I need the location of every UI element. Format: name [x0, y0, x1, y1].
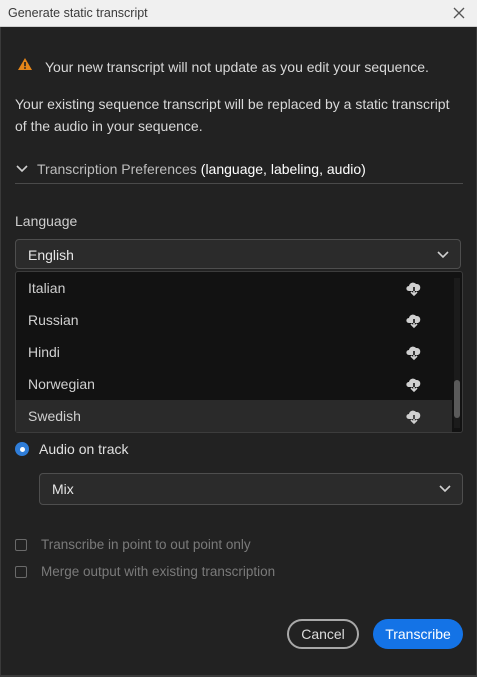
language-option[interactable]: Russian: [16, 304, 452, 336]
merge-checkbox: [15, 565, 27, 578]
language-option[interactable]: Norwegian: [16, 368, 452, 400]
language-option-label: Russian: [28, 312, 79, 328]
audio-track-select[interactable]: Mix: [39, 473, 463, 505]
divider: [15, 183, 463, 184]
audio-track-value: Mix: [52, 481, 74, 497]
preferences-label: Transcription Preferences: [37, 161, 197, 177]
language-option[interactable]: Italian: [16, 272, 452, 304]
language-select[interactable]: English: [15, 239, 461, 269]
chevron-down-icon: [436, 248, 450, 266]
description-text: Your existing sequence transcript will b…: [15, 96, 450, 134]
cloud-download-icon[interactable]: [404, 374, 424, 399]
language-option-label: Hindi: [28, 344, 60, 360]
chevron-down-icon: [438, 482, 452, 500]
transcription-preferences-toggle[interactable]: Transcription Preferences (language, lab…: [15, 161, 366, 177]
cloud-download-icon[interactable]: [404, 310, 424, 335]
in-out-option: Transcribe in point to out point only: [15, 537, 251, 552]
cancel-button[interactable]: Cancel: [287, 619, 359, 649]
language-option-label: Italian: [28, 280, 66, 296]
merge-label: Merge output with existing transcription: [41, 564, 276, 579]
language-option[interactable]: Hindi: [16, 336, 452, 368]
audio-on-track-radio[interactable]: [15, 442, 29, 456]
language-option-label: Norwegian: [28, 376, 95, 392]
preferences-detail: (language, labeling, audio): [200, 161, 366, 177]
transcribe-button[interactable]: Transcribe: [373, 619, 463, 649]
close-icon[interactable]: [449, 3, 469, 23]
language-option-label: Swedish: [28, 408, 81, 424]
in-out-label: Transcribe in point to out point only: [41, 537, 251, 552]
warning-icon: [17, 57, 33, 76]
cloud-download-icon[interactable]: [404, 278, 424, 303]
language-selected-value: English: [28, 247, 74, 263]
title-bar: Generate static transcript: [0, 0, 477, 27]
warning-row: Your new transcript will not update as y…: [17, 57, 429, 76]
language-label: Language: [15, 213, 78, 229]
chevron-down-icon: [15, 161, 29, 177]
audio-on-track-label: Audio on track: [39, 441, 129, 457]
cloud-download-icon[interactable]: [404, 406, 424, 431]
audio-on-track-option[interactable]: Audio on track: [15, 441, 129, 457]
language-option[interactable]: Swedish: [16, 400, 452, 432]
dropdown-scrollbar-thumb[interactable]: [454, 380, 460, 418]
in-out-checkbox: [15, 538, 27, 551]
warning-text: Your new transcript will not update as y…: [45, 58, 429, 75]
cloud-download-icon[interactable]: [404, 342, 424, 367]
window-title: Generate static transcript: [8, 6, 148, 20]
dialog-body: Your new transcript will not update as y…: [0, 27, 477, 675]
language-dropdown-list: Italian Russian Hindi Norwegian Swedish: [15, 271, 463, 433]
merge-option: Merge output with existing transcription: [15, 564, 275, 579]
